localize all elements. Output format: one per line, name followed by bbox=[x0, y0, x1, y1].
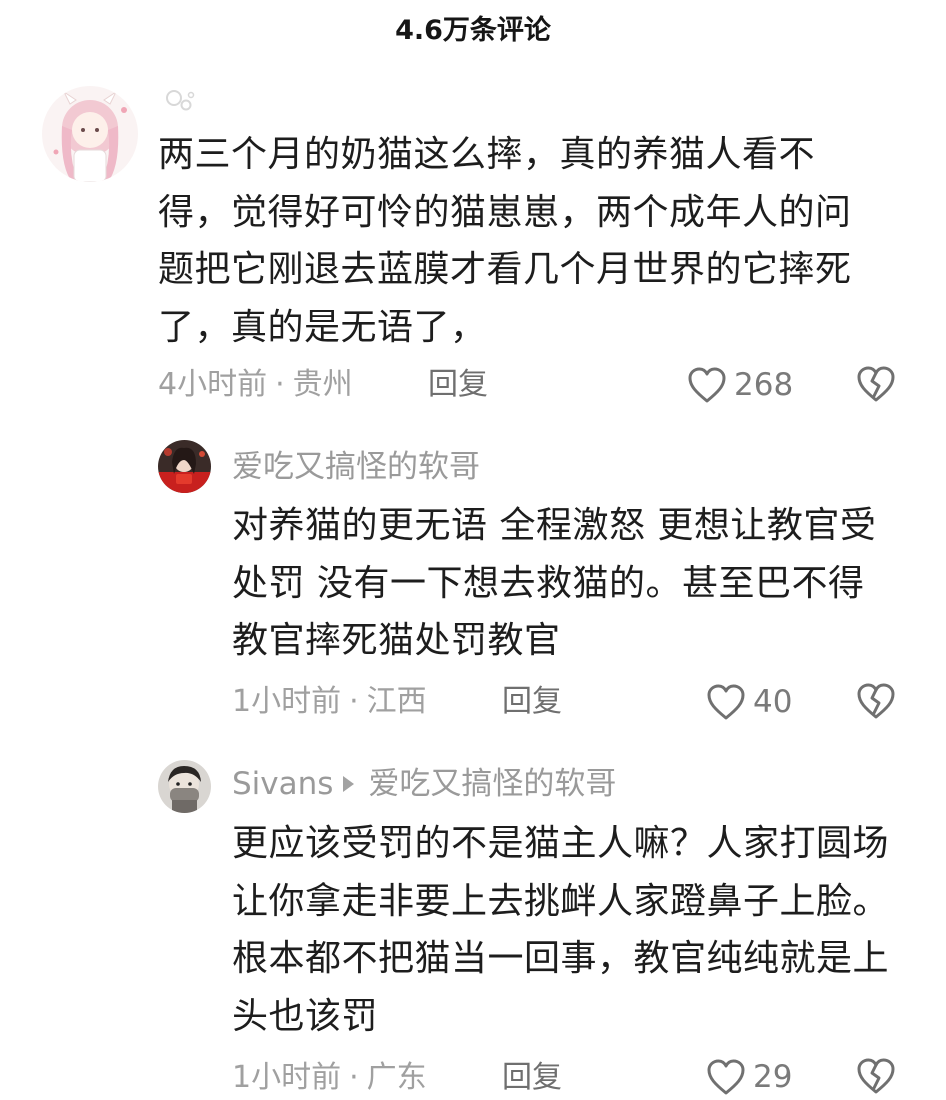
comment-location: 江西 bbox=[366, 684, 427, 719]
comment-username[interactable]: 爱吃又搞怪的软哥 bbox=[232, 449, 480, 485]
like-count: 268 bbox=[734, 367, 794, 403]
dislike-button[interactable] bbox=[855, 1056, 897, 1100]
comments-count-title: 4.6万条评论 bbox=[395, 15, 551, 46]
reply-button[interactable]: 回复 bbox=[502, 682, 562, 722]
heart-outline-icon bbox=[688, 367, 726, 403]
comment-location: 贵州 bbox=[292, 367, 353, 402]
avatar[interactable] bbox=[42, 86, 138, 182]
comment-text: 两三个月的奶猫这么摔，真的养猫人看不得，觉得好可怜的猫崽崽，两个成年人的问题把它… bbox=[158, 134, 852, 348]
like-count: 29 bbox=[753, 1059, 793, 1095]
sticker-icon bbox=[162, 86, 196, 118]
reply-to-username[interactable]: 爱吃又搞怪的软哥 bbox=[368, 766, 616, 802]
like-button[interactable]: 40 bbox=[705, 680, 792, 724]
comment-username-row: Sivans 爱吃又搞怪的软哥 bbox=[232, 764, 616, 804]
broken-heart-icon bbox=[857, 1058, 895, 1094]
avatar[interactable] bbox=[158, 440, 211, 493]
broken-heart-icon bbox=[857, 683, 895, 719]
like-count: 40 bbox=[753, 684, 793, 720]
comment-username-row: 爱吃又搞怪的软哥 bbox=[232, 447, 480, 487]
heart-outline-icon bbox=[707, 1059, 745, 1095]
comment-meta: 4小时前 · 贵州 bbox=[158, 365, 353, 405]
like-button[interactable]: 268 bbox=[686, 363, 793, 407]
comment-time: 4小时前 bbox=[158, 367, 268, 402]
comment-location: 广东 bbox=[366, 1060, 427, 1095]
dislike-button[interactable] bbox=[855, 364, 897, 408]
comment-time: 1小时前 bbox=[232, 684, 342, 719]
comment-time: 1小时前 bbox=[232, 1060, 342, 1095]
reply-arrow-icon bbox=[343, 776, 355, 792]
dislike-button[interactable] bbox=[855, 681, 897, 725]
avatar[interactable] bbox=[158, 760, 211, 813]
broken-heart-icon bbox=[857, 366, 895, 402]
meta-separator: · bbox=[275, 367, 285, 402]
meta-separator: · bbox=[349, 1060, 359, 1095]
comment-text: 更应该受罚的不是猫主人嘛？人家打圆场让你拿走非要上去挑衅人家蹬鼻子上脸。根本都不… bbox=[232, 823, 890, 1037]
meta-separator: · bbox=[349, 684, 359, 719]
comment-meta: 1小时前 · 江西 bbox=[232, 682, 427, 722]
comment-meta: 1小时前 · 广东 bbox=[232, 1058, 427, 1098]
reply-button[interactable]: 回复 bbox=[502, 1058, 562, 1098]
comment-text: 对养猫的更无语 全程激怒 更想让教官受处罚 没有一下想去救猫的。甚至巴不得教官摔… bbox=[232, 505, 877, 661]
heart-outline-icon bbox=[707, 684, 745, 720]
comment-username[interactable]: Sivans bbox=[232, 766, 333, 802]
reply-button[interactable]: 回复 bbox=[428, 365, 488, 405]
like-button[interactable]: 29 bbox=[705, 1055, 792, 1099]
